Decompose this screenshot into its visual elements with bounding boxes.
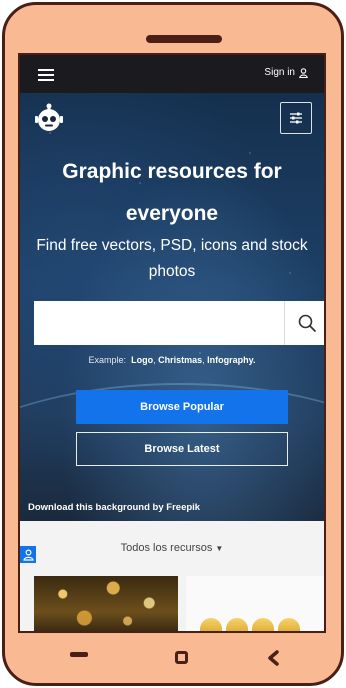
- freepik-logo-icon[interactable]: [34, 103, 64, 133]
- search-examples: Example: Logo, Christmas, Infography.: [88, 355, 256, 365]
- user-icon: [299, 67, 308, 78]
- hamburger-icon[interactable]: [38, 69, 54, 81]
- background-credit-link[interactable]: Download this background by Freepik: [28, 502, 200, 513]
- caret-down-icon: ▼: [215, 544, 224, 553]
- back-icon[interactable]: [266, 650, 280, 666]
- sign-in-link[interactable]: Sign in: [264, 67, 308, 78]
- resource-thumbnail-gold[interactable]: [186, 576, 324, 631]
- resource-thumbnail-bokeh[interactable]: [34, 576, 178, 631]
- search-bar: [34, 301, 324, 345]
- hero-subtitle: Find free vectors, PSD, icons and stock …: [36, 237, 308, 280]
- top-bar: Sign in: [20, 55, 324, 93]
- search-button[interactable]: [284, 301, 324, 345]
- phone-speaker: [146, 35, 222, 43]
- filter-button[interactable]: [280, 102, 312, 134]
- sliders-icon: [290, 112, 302, 124]
- search-input[interactable]: [34, 301, 284, 345]
- sign-in-label: Sign in: [264, 67, 295, 78]
- search-icon: [298, 314, 316, 332]
- example-link-christmas[interactable]: Christmas: [158, 355, 202, 365]
- gold-shape: [200, 618, 222, 631]
- resources-dropdown[interactable]: Todos los recursos ▼: [20, 542, 324, 554]
- app-screen: Sign in Graphic resources for everyone F…: [18, 53, 326, 633]
- home-icon[interactable]: [175, 651, 188, 664]
- recent-apps-icon[interactable]: [70, 652, 88, 657]
- example-link-infography[interactable]: Infography.: [207, 355, 255, 365]
- resources-section: Todos los recursos ▼: [20, 521, 324, 631]
- background-credit: Download this background by Freepik: [28, 502, 200, 513]
- examples-label: Example:: [88, 355, 127, 365]
- hero-title: Graphic resources for everyone: [62, 160, 282, 225]
- gold-shape: [252, 618, 274, 631]
- example-link-logo[interactable]: Logo: [131, 355, 153, 365]
- browse-popular-button[interactable]: Browse Popular: [76, 390, 288, 424]
- hero-section: Graphic resources for everyone Find free…: [20, 93, 324, 521]
- browse-latest-button[interactable]: Browse Latest: [76, 432, 288, 466]
- gold-shape: [278, 618, 300, 631]
- gold-shape: [226, 618, 248, 631]
- resources-dropdown-label: Todos los recursos: [120, 542, 213, 554]
